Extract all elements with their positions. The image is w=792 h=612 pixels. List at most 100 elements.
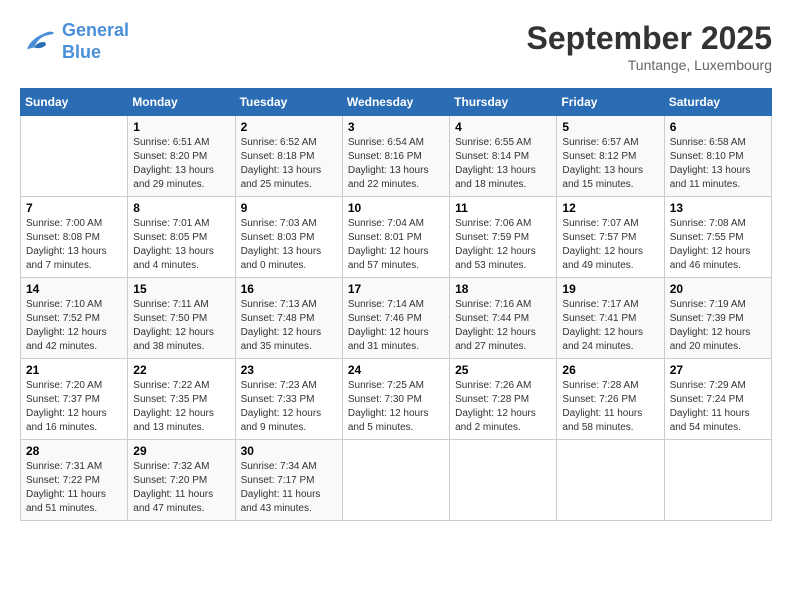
day-number: 3	[348, 120, 444, 134]
calendar-cell: 28Sunrise: 7:31 AM Sunset: 7:22 PM Dayli…	[21, 440, 128, 521]
day-number: 20	[670, 282, 766, 296]
day-number: 12	[562, 201, 658, 215]
weekday-header: Monday	[128, 89, 235, 116]
calendar-cell: 3Sunrise: 6:54 AM Sunset: 8:16 PM Daylig…	[342, 116, 449, 197]
calendar-cell	[664, 440, 771, 521]
day-number: 25	[455, 363, 551, 377]
day-number: 17	[348, 282, 444, 296]
calendar-cell	[557, 440, 664, 521]
day-number: 5	[562, 120, 658, 134]
calendar-cell: 17 Sunrise: 7:14 AM Sunset: 7:46 PM Dayli…	[342, 278, 449, 359]
logo-icon	[20, 24, 56, 60]
day-number: 22	[133, 363, 229, 377]
day-info: Sunrise: 7:07 AM Sunset: 7:57 PM Dayligh…	[562, 217, 658, 273]
day-number: 16	[241, 282, 337, 296]
calendar-cell: 20 Sunrise: 7:19 AM Sunset: 7:39 PM Dayli…	[664, 278, 771, 359]
day-number: 9	[241, 201, 337, 215]
calendar-cell: 12 Sunrise: 7:07 AM Sunset: 7:57 PM Dayli…	[557, 197, 664, 278]
weekday-header: Sunday	[21, 89, 128, 116]
weekday-header: Wednesday	[342, 89, 449, 116]
logo-text: General Blue	[62, 20, 129, 63]
day-number: 19	[562, 282, 658, 296]
calendar-week-row: 28Sunrise: 7:31 AM Sunset: 7:22 PM Dayli…	[21, 440, 772, 521]
calendar-cell	[342, 440, 449, 521]
weekday-header: Tuesday	[235, 89, 342, 116]
day-info: Sunrise: 7:04 AM Sunset: 8:01 PM Dayligh…	[348, 217, 444, 273]
calendar-week-row: 14Sunrise: 7:10 AM Sunset: 7:52 PM Dayli…	[21, 278, 772, 359]
day-info: Sunrise: 6:51 AM Sunset: 8:20 PM Dayligh…	[133, 136, 229, 192]
day-number: 2	[241, 120, 337, 134]
day-info: Sunrise: 7:16 AM Sunset: 7:44 PM Dayligh…	[455, 298, 551, 354]
title-block: September 2025 Tuntange, Luxembourg	[527, 20, 772, 73]
day-number: 4	[455, 120, 551, 134]
calendar-table: SundayMondayTuesdayWednesdayThursdayFrid…	[20, 88, 772, 521]
calendar-cell: 5 Sunrise: 6:57 AM Sunset: 8:12 PM Daylig…	[557, 116, 664, 197]
calendar-cell: 11Sunrise: 7:06 AM Sunset: 7:59 PM Dayli…	[450, 197, 557, 278]
calendar-cell: 8 Sunrise: 7:01 AM Sunset: 8:05 PM Daylig…	[128, 197, 235, 278]
day-info: Sunrise: 7:32 AM Sunset: 7:20 PM Dayligh…	[133, 460, 229, 516]
day-info: Sunrise: 7:20 AM Sunset: 7:37 PM Dayligh…	[26, 379, 122, 435]
day-info: Sunrise: 6:55 AM Sunset: 8:14 PM Dayligh…	[455, 136, 551, 192]
day-info: Sunrise: 7:29 AM Sunset: 7:24 PM Dayligh…	[670, 379, 766, 435]
calendar-cell: 27 Sunrise: 7:29 AM Sunset: 7:24 PM Dayli…	[664, 359, 771, 440]
calendar-cell: 6 Sunrise: 6:58 AM Sunset: 8:10 PM Daylig…	[664, 116, 771, 197]
day-number: 10	[348, 201, 444, 215]
day-number: 29	[133, 444, 229, 458]
weekday-header-row: SundayMondayTuesdayWednesdayThursdayFrid…	[21, 89, 772, 116]
day-info: Sunrise: 7:28 AM Sunset: 7:26 PM Dayligh…	[562, 379, 658, 435]
day-number: 27	[670, 363, 766, 377]
day-info: Sunrise: 6:58 AM Sunset: 8:10 PM Dayligh…	[670, 136, 766, 192]
day-number: 15	[133, 282, 229, 296]
day-number: 11	[455, 201, 551, 215]
day-info: Sunrise: 7:03 AM Sunset: 8:03 PM Dayligh…	[241, 217, 337, 273]
calendar-cell: 19 Sunrise: 7:17 AM Sunset: 7:41 PM Dayli…	[557, 278, 664, 359]
day-info: Sunrise: 7:17 AM Sunset: 7:41 PM Dayligh…	[562, 298, 658, 354]
calendar-cell	[21, 116, 128, 197]
day-info: Sunrise: 7:11 AM Sunset: 7:50 PM Dayligh…	[133, 298, 229, 354]
calendar-cell: 29 Sunrise: 7:32 AM Sunset: 7:20 PM Dayli…	[128, 440, 235, 521]
calendar-cell: 10 Sunrise: 7:04 AM Sunset: 8:01 PM Dayli…	[342, 197, 449, 278]
day-number: 6	[670, 120, 766, 134]
calendar-week-row: 1 Sunrise: 6:51 AM Sunset: 8:20 PM Daylig…	[21, 116, 772, 197]
day-info: Sunrise: 6:57 AM Sunset: 8:12 PM Dayligh…	[562, 136, 658, 192]
day-info: Sunrise: 7:25 AM Sunset: 7:30 PM Dayligh…	[348, 379, 444, 435]
day-number: 28	[26, 444, 122, 458]
day-number: 8	[133, 201, 229, 215]
day-number: 7	[26, 201, 122, 215]
day-info: Sunrise: 6:52 AM Sunset: 8:18 PM Dayligh…	[241, 136, 337, 192]
location-subtitle: Tuntange, Luxembourg	[527, 57, 772, 73]
day-info: Sunrise: 7:14 AM Sunset: 7:46 PM Dayligh…	[348, 298, 444, 354]
day-info: Sunrise: 7:13 AM Sunset: 7:48 PM Dayligh…	[241, 298, 337, 354]
day-number: 1	[133, 120, 229, 134]
calendar-cell: 23Sunrise: 7:23 AM Sunset: 7:33 PM Dayli…	[235, 359, 342, 440]
day-info: Sunrise: 7:08 AM Sunset: 7:55 PM Dayligh…	[670, 217, 766, 273]
weekday-header: Thursday	[450, 89, 557, 116]
calendar-cell: 15 Sunrise: 7:11 AM Sunset: 7:50 PM Dayli…	[128, 278, 235, 359]
day-number: 14	[26, 282, 122, 296]
calendar-cell: 4 Sunrise: 6:55 AM Sunset: 8:14 PM Daylig…	[450, 116, 557, 197]
calendar-cell: 16 Sunrise: 7:13 AM Sunset: 7:48 PM Dayli…	[235, 278, 342, 359]
day-number: 24	[348, 363, 444, 377]
page-header: General Blue September 2025 Tuntange, Lu…	[20, 20, 772, 73]
day-info: Sunrise: 7:22 AM Sunset: 7:35 PM Dayligh…	[133, 379, 229, 435]
day-number: 23	[241, 363, 337, 377]
weekday-header: Friday	[557, 89, 664, 116]
day-info: Sunrise: 7:19 AM Sunset: 7:39 PM Dayligh…	[670, 298, 766, 354]
day-info: Sunrise: 7:01 AM Sunset: 8:05 PM Dayligh…	[133, 217, 229, 273]
calendar-cell: 1 Sunrise: 6:51 AM Sunset: 8:20 PM Daylig…	[128, 116, 235, 197]
calendar-cell: 24 Sunrise: 7:25 AM Sunset: 7:30 PM Dayli…	[342, 359, 449, 440]
calendar-cell: 14Sunrise: 7:10 AM Sunset: 7:52 PM Dayli…	[21, 278, 128, 359]
day-number: 26	[562, 363, 658, 377]
day-info: Sunrise: 7:00 AM Sunset: 8:08 PM Dayligh…	[26, 217, 122, 273]
calendar-cell: 13Sunrise: 7:08 AM Sunset: 7:55 PM Dayli…	[664, 197, 771, 278]
day-number: 18	[455, 282, 551, 296]
calendar-cell: 26 Sunrise: 7:28 AM Sunset: 7:26 PM Dayli…	[557, 359, 664, 440]
day-number: 30	[241, 444, 337, 458]
month-title: September 2025	[527, 20, 772, 57]
calendar-week-row: 21 Sunrise: 7:20 AM Sunset: 7:37 PM Dayli…	[21, 359, 772, 440]
day-number: 21	[26, 363, 122, 377]
day-info: Sunrise: 7:26 AM Sunset: 7:28 PM Dayligh…	[455, 379, 551, 435]
logo: General Blue	[20, 20, 129, 63]
calendar-week-row: 7 Sunrise: 7:00 AM Sunset: 8:08 PM Daylig…	[21, 197, 772, 278]
day-info: Sunrise: 7:34 AM Sunset: 7:17 PM Dayligh…	[241, 460, 337, 516]
